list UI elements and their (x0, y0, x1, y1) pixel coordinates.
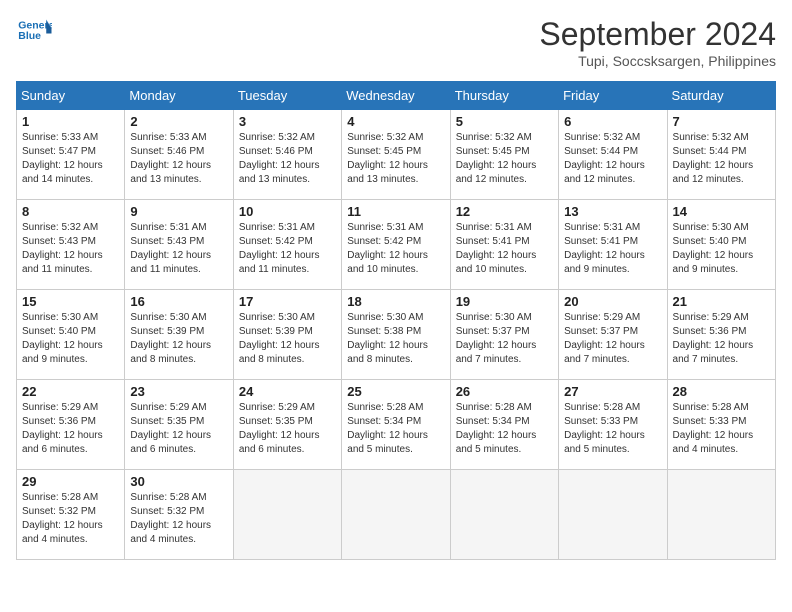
weekday-header-sunday: Sunday (17, 82, 125, 110)
calendar-day-15: 15Sunrise: 5:30 AMSunset: 5:40 PMDayligh… (17, 290, 125, 380)
weekday-header-tuesday: Tuesday (233, 82, 341, 110)
weekday-header-friday: Friday (559, 82, 667, 110)
calendar-day-28: 28Sunrise: 5:28 AMSunset: 5:33 PMDayligh… (667, 380, 775, 470)
calendar-day-19: 19Sunrise: 5:30 AMSunset: 5:37 PMDayligh… (450, 290, 558, 380)
calendar-day-6: 6Sunrise: 5:32 AMSunset: 5:44 PMDaylight… (559, 110, 667, 200)
calendar-day-empty (559, 470, 667, 560)
month-title: September 2024 (539, 16, 776, 53)
calendar-day-23: 23Sunrise: 5:29 AMSunset: 5:35 PMDayligh… (125, 380, 233, 470)
calendar-day-12: 12Sunrise: 5:31 AMSunset: 5:41 PMDayligh… (450, 200, 558, 290)
calendar-day-14: 14Sunrise: 5:30 AMSunset: 5:40 PMDayligh… (667, 200, 775, 290)
calendar-day-22: 22Sunrise: 5:29 AMSunset: 5:36 PMDayligh… (17, 380, 125, 470)
calendar-day-16: 16Sunrise: 5:30 AMSunset: 5:39 PMDayligh… (125, 290, 233, 380)
calendar-day-10: 10Sunrise: 5:31 AMSunset: 5:42 PMDayligh… (233, 200, 341, 290)
calendar-day-26: 26Sunrise: 5:28 AMSunset: 5:34 PMDayligh… (450, 380, 558, 470)
calendar-day-empty (450, 470, 558, 560)
calendar-day-2: 2Sunrise: 5:33 AMSunset: 5:46 PMDaylight… (125, 110, 233, 200)
calendar-day-11: 11Sunrise: 5:31 AMSunset: 5:42 PMDayligh… (342, 200, 450, 290)
svg-text:Blue: Blue (18, 30, 41, 42)
logo-icon: General Blue (16, 16, 52, 44)
calendar-day-7: 7Sunrise: 5:32 AMSunset: 5:44 PMDaylight… (667, 110, 775, 200)
calendar-day-29: 29Sunrise: 5:28 AMSunset: 5:32 PMDayligh… (17, 470, 125, 560)
calendar-day-17: 17Sunrise: 5:30 AMSunset: 5:39 PMDayligh… (233, 290, 341, 380)
calendar-day-1: 1Sunrise: 5:33 AMSunset: 5:47 PMDaylight… (17, 110, 125, 200)
calendar-day-3: 3Sunrise: 5:32 AMSunset: 5:46 PMDaylight… (233, 110, 341, 200)
title-block: September 2024 Tupi, Soccsksargen, Phili… (539, 16, 776, 69)
calendar-header-row: SundayMondayTuesdayWednesdayThursdayFrid… (17, 82, 776, 110)
calendar-day-24: 24Sunrise: 5:29 AMSunset: 5:35 PMDayligh… (233, 380, 341, 470)
calendar-day-9: 9Sunrise: 5:31 AMSunset: 5:43 PMDaylight… (125, 200, 233, 290)
calendar-day-5: 5Sunrise: 5:32 AMSunset: 5:45 PMDaylight… (450, 110, 558, 200)
calendar-day-18: 18Sunrise: 5:30 AMSunset: 5:38 PMDayligh… (342, 290, 450, 380)
calendar-day-13: 13Sunrise: 5:31 AMSunset: 5:41 PMDayligh… (559, 200, 667, 290)
calendar-day-27: 27Sunrise: 5:28 AMSunset: 5:33 PMDayligh… (559, 380, 667, 470)
calendar-table: SundayMondayTuesdayWednesdayThursdayFrid… (16, 81, 776, 560)
calendar-day-empty (233, 470, 341, 560)
calendar-day-20: 20Sunrise: 5:29 AMSunset: 5:37 PMDayligh… (559, 290, 667, 380)
calendar-week-3: 15Sunrise: 5:30 AMSunset: 5:40 PMDayligh… (17, 290, 776, 380)
calendar-day-30: 30Sunrise: 5:28 AMSunset: 5:32 PMDayligh… (125, 470, 233, 560)
calendar-week-2: 8Sunrise: 5:32 AMSunset: 5:43 PMDaylight… (17, 200, 776, 290)
calendar-day-25: 25Sunrise: 5:28 AMSunset: 5:34 PMDayligh… (342, 380, 450, 470)
calendar-day-8: 8Sunrise: 5:32 AMSunset: 5:43 PMDaylight… (17, 200, 125, 290)
calendar-day-21: 21Sunrise: 5:29 AMSunset: 5:36 PMDayligh… (667, 290, 775, 380)
weekday-header-monday: Monday (125, 82, 233, 110)
weekday-header-wednesday: Wednesday (342, 82, 450, 110)
calendar-week-5: 29Sunrise: 5:28 AMSunset: 5:32 PMDayligh… (17, 470, 776, 560)
calendar-day-empty (667, 470, 775, 560)
calendar-week-4: 22Sunrise: 5:29 AMSunset: 5:36 PMDayligh… (17, 380, 776, 470)
calendar-day-empty (342, 470, 450, 560)
logo: General Blue (16, 16, 52, 44)
weekday-header-saturday: Saturday (667, 82, 775, 110)
weekday-header-thursday: Thursday (450, 82, 558, 110)
calendar-day-4: 4Sunrise: 5:32 AMSunset: 5:45 PMDaylight… (342, 110, 450, 200)
calendar-week-1: 1Sunrise: 5:33 AMSunset: 5:47 PMDaylight… (17, 110, 776, 200)
location: Tupi, Soccsksargen, Philippines (539, 53, 776, 69)
page-header: General Blue September 2024 Tupi, Soccsk… (16, 16, 776, 69)
